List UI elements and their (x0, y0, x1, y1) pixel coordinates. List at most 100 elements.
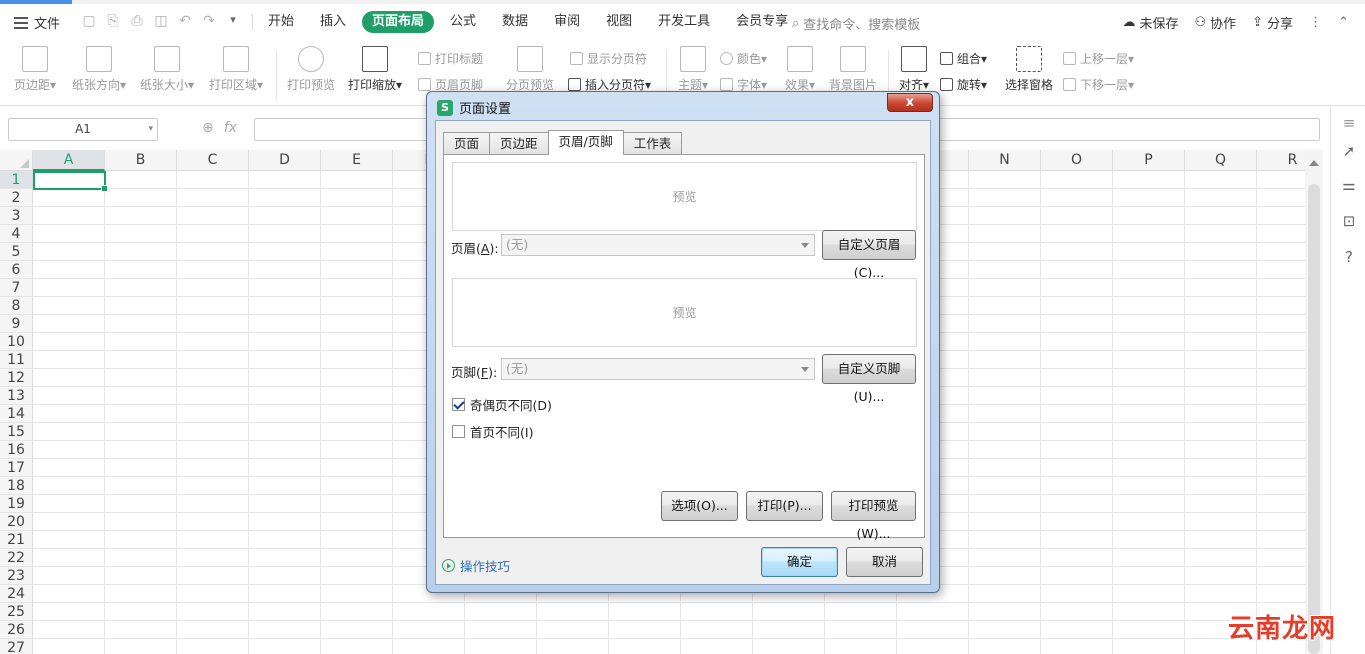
row-header-cell[interactable]: 27 (0, 639, 32, 654)
print-button[interactable]: 打印(P)... (746, 491, 823, 521)
column-header-cell[interactable]: A (33, 150, 105, 171)
theme-button[interactable]: 主题▾ (674, 46, 712, 93)
print-icon[interactable]: ⎙ (128, 13, 146, 29)
print-preview-button[interactable]: 打印预览(W)... (831, 491, 916, 541)
group-button[interactable]: 组合▾ (940, 50, 987, 67)
orientation-button[interactable]: 纸张方向▾ (68, 46, 130, 93)
print-scale-button[interactable]: 打印缩放▾ (344, 46, 406, 93)
vertical-scrollbar[interactable] (1305, 150, 1323, 654)
background-image-button[interactable]: 背景图片 (826, 46, 880, 93)
row-header-cell[interactable]: 2 (0, 189, 32, 207)
print-preview-button[interactable]: 打印预览 (284, 46, 338, 93)
row-header-cell[interactable]: 26 (0, 621, 32, 639)
print-titles-button[interactable]: 打印标题 (418, 50, 483, 67)
first-page-different-checkbox[interactable]: 首页不同(I) (452, 422, 533, 441)
row-header-cell[interactable]: 25 (0, 603, 32, 621)
preview-icon[interactable]: ◫ (152, 13, 170, 29)
row-header-cell[interactable]: 15 (0, 423, 32, 441)
tab-sheet[interactable]: 工作表 (622, 132, 683, 155)
collaborate-button[interactable]: ⚇ 协作 (1195, 13, 1237, 32)
margins-button[interactable]: 页边距▾ (10, 46, 60, 93)
cancel-button[interactable]: 取消 (846, 547, 923, 577)
column-header-cell[interactable]: E (321, 150, 393, 171)
layout-icon[interactable]: ⊡ (1340, 212, 1358, 230)
effects-button[interactable]: 效果▾ (780, 46, 820, 93)
row-header-cell[interactable]: 9 (0, 315, 32, 333)
tab-formulas[interactable]: 公式 (440, 11, 486, 33)
dialog-titlebar[interactable]: S 页面设置 (437, 98, 511, 117)
tab-header-footer[interactable]: 页眉/页脚 (547, 130, 624, 155)
tab-home[interactable]: 开始 (258, 11, 304, 33)
customize-icon[interactable]: ▾ (224, 13, 242, 29)
row-header-cell[interactable]: 18 (0, 477, 32, 495)
close-button[interactable]: x (887, 93, 933, 112)
undo-icon[interactable]: ↶ (176, 13, 194, 29)
help-icon[interactable]: ? (1340, 248, 1358, 266)
tab-view[interactable]: 视图 (596, 11, 642, 33)
row-header-cell[interactable]: 12 (0, 369, 32, 387)
tab-developer[interactable]: 开发工具 (648, 11, 720, 33)
file-menu[interactable]: 文件 (14, 13, 60, 32)
row-header-cell[interactable]: 14 (0, 405, 32, 423)
column-header-cell[interactable]: C (177, 150, 249, 171)
row-header-cell[interactable]: 8 (0, 297, 32, 315)
fx-icon[interactable]: fx (224, 120, 237, 136)
row-header-cell[interactable]: 24 (0, 585, 32, 603)
active-cell-cursor[interactable] (33, 171, 108, 192)
more-icon[interactable]: ⋮ (1309, 15, 1322, 30)
odd-even-different-checkbox[interactable]: 奇偶页不同(D) (452, 395, 552, 414)
selection-pane-button[interactable]: 选择窗格 (1002, 46, 1056, 93)
row-header-cell[interactable]: 16 (0, 441, 32, 459)
properties-icon[interactable]: ⚌ (1340, 176, 1358, 194)
options-button[interactable]: 选项(O)... (661, 491, 738, 521)
row-header-cell[interactable]: 6 (0, 261, 32, 279)
paper-size-button[interactable]: 纸张大小▾ (136, 46, 198, 93)
row-header-cell[interactable]: 19 (0, 495, 32, 513)
row-header-cell[interactable]: 1 (0, 171, 32, 189)
select-all-corner[interactable] (0, 150, 33, 171)
column-header-cell[interactable]: N (969, 150, 1041, 171)
tab-insert[interactable]: 插入 (310, 11, 356, 33)
column-header-cell[interactable]: Q (1185, 150, 1257, 171)
tips-link[interactable]: 操作技巧 (442, 556, 510, 575)
tab-margins[interactable]: 页边距 (489, 132, 549, 155)
header-select[interactable]: (无) (501, 234, 815, 256)
ok-button[interactable]: 确定 (761, 547, 838, 577)
tab-page-layout[interactable]: 页面布局 (362, 11, 435, 33)
column-header-cell[interactable]: B (105, 150, 177, 171)
row-header-cell[interactable]: 17 (0, 459, 32, 477)
row-header-cell[interactable]: 4 (0, 225, 32, 243)
unsaved-button[interactable]: ☁ 未保存 (1122, 13, 1178, 32)
row-header-cell[interactable]: 3 (0, 207, 32, 225)
command-search[interactable]: ⌕ 查找命令、搜索模板 (792, 14, 920, 33)
rotate-button[interactable]: 旋转▾ (940, 76, 987, 93)
row-header-cell[interactable]: 13 (0, 387, 32, 405)
tab-review[interactable]: 审阅 (544, 11, 590, 33)
column-header-cell[interactable]: P (1113, 150, 1185, 171)
row-header-cell[interactable]: 7 (0, 279, 32, 297)
row-header-cell[interactable]: 10 (0, 333, 32, 351)
custom-header-button[interactable]: 自定义页眉(C)... (822, 230, 916, 280)
zoom-icon[interactable]: ⊕ (202, 120, 214, 136)
page-break-preview-button[interactable]: 分页预览 (503, 46, 557, 93)
send-backward-button[interactable]: 下移一层▾ (1063, 76, 1134, 93)
custom-footer-button[interactable]: 自定义页脚(U)... (822, 354, 916, 404)
align-button[interactable]: 对齐▾ (894, 46, 934, 93)
print-area-button[interactable]: 打印区域▾ (205, 46, 267, 93)
row-header-cell[interactable]: 5 (0, 243, 32, 261)
colors-button[interactable]: 颜色▾ (720, 50, 767, 67)
bring-forward-button[interactable]: 上移一层▾ (1063, 50, 1134, 67)
select-cursor-icon[interactable]: ➚ (1340, 142, 1358, 160)
column-header-cell[interactable]: R (1257, 150, 1305, 171)
export-icon[interactable]: ⎘ (104, 13, 122, 29)
tab-data[interactable]: 数据 (492, 11, 538, 33)
collapse-ribbon-icon[interactable]: ⌃ (1338, 15, 1349, 30)
tab-page[interactable]: 页面 (443, 132, 491, 155)
scroll-thumb[interactable] (1308, 184, 1320, 654)
footer-select[interactable]: (无) (501, 358, 815, 380)
row-header-cell[interactable]: 22 (0, 549, 32, 567)
row-header-cell[interactable]: 20 (0, 513, 32, 531)
row-header-cell[interactable]: 23 (0, 567, 32, 585)
save-icon[interactable]: ▢ (80, 13, 98, 29)
show-page-breaks-checkbox[interactable]: 显示分页符 (570, 50, 647, 67)
